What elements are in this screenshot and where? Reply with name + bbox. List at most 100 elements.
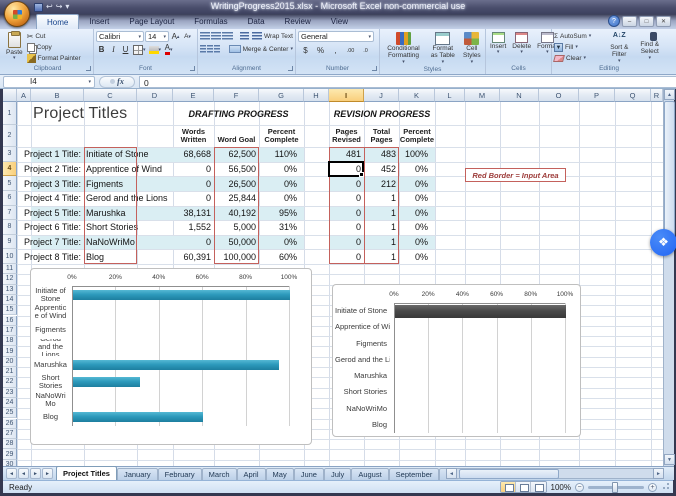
align-top-icon[interactable] xyxy=(200,32,210,40)
column-header-A[interactable]: A xyxy=(17,89,31,102)
find-select-button[interactable]: Find & Select▾ xyxy=(636,31,665,61)
column-header-I[interactable]: I xyxy=(329,89,364,102)
column-header-G[interactable]: G xyxy=(259,89,304,102)
percent-button[interactable]: % xyxy=(315,45,326,56)
redo-icon[interactable]: ↪ xyxy=(56,1,63,13)
dropbox-badge-icon[interactable]: ❖ xyxy=(650,229,676,256)
sheet-tab-may[interactable]: May xyxy=(266,468,294,480)
row-header-25[interactable]: 25 xyxy=(3,408,17,418)
fill-button[interactable]: ▼Fill▾ xyxy=(554,42,603,52)
row-header-18[interactable]: 18 xyxy=(3,336,17,346)
row-header-29[interactable]: 29 xyxy=(3,449,17,459)
sheet-tab-august[interactable]: August xyxy=(351,468,388,480)
currency-button[interactable]: $ xyxy=(300,45,311,56)
column-header-F[interactable]: F xyxy=(214,89,259,102)
autosum-button[interactable]: ΣAutoSum▾ xyxy=(554,31,603,41)
ribbon-tab-review[interactable]: Review xyxy=(275,14,321,29)
italic-button[interactable]: I xyxy=(108,44,119,55)
zoom-out-icon[interactable]: − xyxy=(575,483,584,492)
horizontal-scroll-thumb[interactable] xyxy=(459,469,559,479)
select-all-corner[interactable] xyxy=(3,89,17,102)
clear-button[interactable]: Clear▾ xyxy=(554,53,603,63)
row-header-9[interactable]: 9 xyxy=(3,235,17,250)
row-header-24[interactable]: 24 xyxy=(3,398,17,408)
column-header-B[interactable]: B xyxy=(31,89,84,102)
column-header-K[interactable]: K xyxy=(399,89,435,102)
sheet-tab-january[interactable]: January xyxy=(117,468,158,480)
note-textbox[interactable]: Red Border = Input Area xyxy=(465,168,566,182)
row-header-26[interactable]: 26 xyxy=(3,419,17,429)
row-header-17[interactable]: 17 xyxy=(3,326,17,336)
page-break-view-button[interactable] xyxy=(531,482,546,492)
office-button[interactable] xyxy=(4,1,30,27)
decrease-decimal-button[interactable]: .0 xyxy=(360,45,371,56)
grow-font-button[interactable]: A▴ xyxy=(170,31,181,42)
row-header-16[interactable]: 16 xyxy=(3,316,17,326)
sheet-tab-february[interactable]: February xyxy=(158,468,202,480)
wrap-text-button[interactable]: Wrap Text xyxy=(252,31,293,41)
column-header-H[interactable]: H xyxy=(304,89,329,102)
dialog-launcher-icon[interactable] xyxy=(190,66,195,71)
undo-icon[interactable]: ↩ xyxy=(46,1,53,13)
sheet-tab-march[interactable]: March xyxy=(202,468,237,480)
revision-chart[interactable]: 0%20%40%60%80%100%Initiate of StoneAppre… xyxy=(332,284,581,437)
zoom-slider-thumb[interactable] xyxy=(612,482,618,493)
align-bottom-icon[interactable] xyxy=(222,32,232,40)
number-format-select[interactable]: General▾ xyxy=(298,31,374,42)
ribbon-tab-home[interactable]: Home xyxy=(36,14,79,29)
align-left-icon[interactable] xyxy=(200,45,206,53)
align-middle-icon[interactable] xyxy=(211,32,221,40)
row-header-5[interactable]: 5 xyxy=(3,176,17,191)
column-header-P[interactable]: P xyxy=(579,89,615,102)
column-header-C[interactable]: C xyxy=(84,89,137,102)
column-header-D[interactable]: D xyxy=(137,89,173,102)
format-painter-button[interactable]: Format Painter xyxy=(27,53,81,63)
active-cell[interactable] xyxy=(328,161,364,178)
row-header-4[interactable]: 4 xyxy=(3,162,17,177)
formula-input[interactable]: 0 xyxy=(139,76,676,88)
vertical-scrollbar[interactable]: ▲ ▼ xyxy=(663,89,674,466)
row-header-27[interactable]: 27 xyxy=(3,429,17,439)
horizontal-scroll-track[interactable] xyxy=(457,468,653,479)
increase-decimal-button[interactable]: .00 xyxy=(345,45,356,56)
save-icon[interactable] xyxy=(34,3,43,12)
cut-button[interactable]: ✂Cut xyxy=(27,31,81,41)
font-size-select[interactable]: 14▾ xyxy=(145,31,169,42)
zoom-in-icon[interactable]: + xyxy=(648,483,657,492)
row-header-12[interactable]: 12 xyxy=(3,274,17,284)
orientation-icon[interactable] xyxy=(240,32,249,40)
column-header-M[interactable]: M xyxy=(465,89,500,102)
row-header-13[interactable]: 13 xyxy=(3,285,17,295)
close-button[interactable]: ✕ xyxy=(656,16,671,27)
qat-dropdown-icon[interactable]: ▾ xyxy=(65,1,69,13)
ribbon-tab-insert[interactable]: Insert xyxy=(79,14,119,29)
worksheet-grid[interactable]: ABCDEFGHIJKLMNOPQR1234567891011121314151… xyxy=(3,89,663,466)
vertical-scroll-thumb[interactable] xyxy=(664,101,675,239)
row-header-11[interactable]: 11 xyxy=(3,264,17,274)
underline-button[interactable]: U xyxy=(120,44,131,55)
page-layout-view-button[interactable] xyxy=(516,482,531,492)
delete-cells-button[interactable]: Delete▾ xyxy=(510,31,533,55)
merge-center-button[interactable]: Merge & Center▾ xyxy=(229,44,293,54)
shrink-font-button[interactable]: A▾ xyxy=(182,31,193,42)
column-header-J[interactable]: J xyxy=(364,89,399,102)
sheet-tab-april[interactable]: April xyxy=(237,468,266,480)
borders-button[interactable]: ▾ xyxy=(132,44,147,55)
row-header-8[interactable]: 8 xyxy=(3,220,17,235)
copy-button[interactable]: Copy xyxy=(27,42,81,52)
sheet-tab-june[interactable]: June xyxy=(294,468,324,480)
column-header-R[interactable]: R xyxy=(651,89,663,102)
sheet-tab-september[interactable]: September xyxy=(389,468,440,480)
scroll-right-icon[interactable]: ► xyxy=(653,468,664,479)
minimize-button[interactable]: – xyxy=(622,16,637,27)
column-header-Q[interactable]: Q xyxy=(615,89,651,102)
next-sheet-icon[interactable]: ► xyxy=(30,468,41,479)
row-header-1[interactable]: 1 xyxy=(3,102,17,125)
dialog-launcher-icon[interactable] xyxy=(288,66,293,71)
row-header-3[interactable]: 3 xyxy=(3,147,17,162)
fill-color-button[interactable]: ▾ xyxy=(148,44,163,55)
insert-cells-button[interactable]: Insert▾ xyxy=(488,31,508,55)
ribbon-tab-view[interactable]: View xyxy=(321,14,358,29)
row-header-20[interactable]: 20 xyxy=(3,357,17,367)
column-header-L[interactable]: L xyxy=(435,89,465,102)
